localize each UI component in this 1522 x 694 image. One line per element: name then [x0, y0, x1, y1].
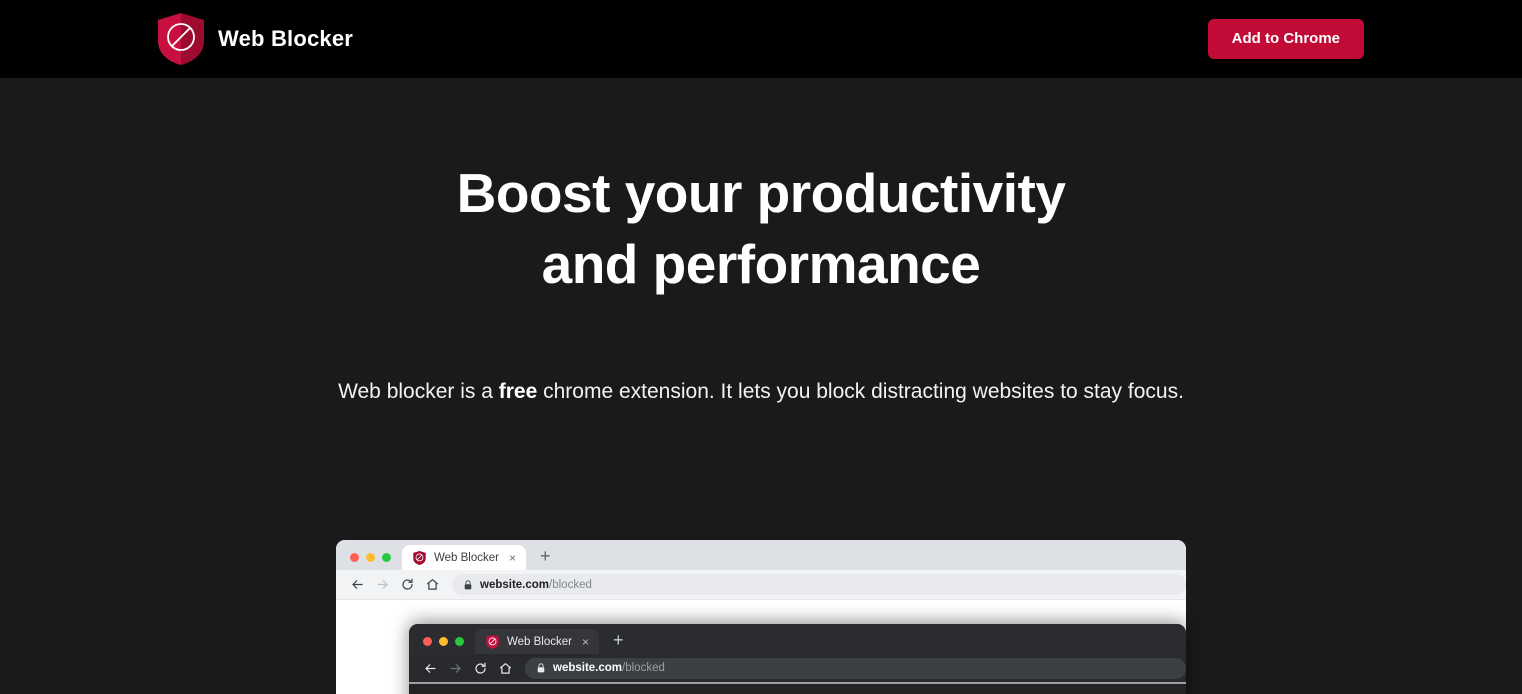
- light-browser-tab[interactable]: Web Blocker ×: [402, 545, 526, 570]
- light-url-text: website.com/blocked: [480, 579, 592, 591]
- dark-browser-omnibox[interactable]: website.com/blocked: [525, 657, 1186, 679]
- hero-subtitle-part-2: chrome extension. It lets you block dist…: [537, 379, 1184, 403]
- reload-icon[interactable]: [395, 572, 420, 597]
- maximize-window-dot[interactable]: [455, 637, 464, 646]
- dark-traffic-lights: [419, 637, 475, 654]
- forward-arrow-icon[interactable]: [443, 656, 468, 681]
- close-tab-icon[interactable]: ×: [509, 552, 516, 564]
- light-browser-toolbar: website.com/blocked: [336, 570, 1186, 600]
- add-to-chrome-button[interactable]: Add to Chrome: [1207, 19, 1364, 59]
- shield-block-logo-icon: [158, 13, 204, 65]
- brand[interactable]: Web Blocker: [158, 13, 353, 65]
- close-window-dot[interactable]: [350, 553, 359, 562]
- dark-url-host: website.com: [553, 662, 623, 674]
- back-arrow-icon[interactable]: [345, 572, 370, 597]
- hero-subtitle-part-1: Web blocker is a: [338, 379, 499, 403]
- back-arrow-icon[interactable]: [418, 656, 443, 681]
- dark-browser-tab[interactable]: Web Blocker ×: [475, 629, 599, 654]
- home-icon[interactable]: [493, 656, 518, 681]
- close-tab-icon[interactable]: ×: [582, 636, 589, 648]
- browser-mockup-stage: Web Blocker × + website.com/blocked Web …: [336, 540, 1186, 694]
- dark-tab-title: Web Blocker: [507, 635, 572, 648]
- site-header: Web Blocker Add to Chrome: [0, 0, 1522, 78]
- brand-name: Web Blocker: [218, 26, 354, 51]
- light-traffic-lights: [346, 553, 402, 570]
- hero-section: Boost your productivity and performance …: [0, 78, 1522, 694]
- light-tab-title: Web Blocker: [434, 551, 499, 564]
- reload-icon[interactable]: [468, 656, 493, 681]
- forward-arrow-icon[interactable]: [370, 572, 395, 597]
- dark-browser-tabstrip: Web Blocker × +: [409, 624, 1186, 654]
- dark-url-path: /blocked: [622, 662, 665, 674]
- dark-url-text: website.com/blocked: [553, 662, 665, 674]
- lock-icon: [464, 579, 472, 590]
- light-browser-tabstrip: Web Blocker × +: [336, 540, 1186, 570]
- minimize-window-dot[interactable]: [366, 553, 375, 562]
- light-browser-omnibox[interactable]: website.com/blocked: [452, 574, 1186, 595]
- maximize-window-dot[interactable]: [382, 553, 391, 562]
- page-title-line-2: and performance: [541, 232, 981, 295]
- dark-browser-mockup: Web Blocker × + website.com/blocked: [409, 624, 1186, 694]
- new-tab-icon[interactable]: +: [599, 631, 624, 654]
- hero-subtitle-emphasis: free: [498, 379, 538, 403]
- light-url-path: /blocked: [549, 578, 592, 591]
- page-title: Boost your productivity and performance: [311, 78, 1211, 300]
- dark-browser-viewport: [409, 684, 1186, 694]
- minimize-window-dot[interactable]: [439, 637, 448, 646]
- web-blocker-shield-favicon-icon: [486, 634, 499, 649]
- new-tab-icon[interactable]: +: [526, 547, 551, 570]
- dark-browser-toolbar: website.com/blocked: [409, 654, 1186, 684]
- hero-subtitle: Web blocker is a free chrome extension. …: [331, 376, 1191, 408]
- light-url-host: website.com: [480, 578, 550, 591]
- web-blocker-shield-favicon-icon: [413, 550, 426, 565]
- home-icon[interactable]: [420, 572, 445, 597]
- page-title-line-1: Boost your productivity: [456, 162, 1066, 224]
- close-window-dot[interactable]: [423, 637, 432, 646]
- lock-icon: [537, 663, 545, 673]
